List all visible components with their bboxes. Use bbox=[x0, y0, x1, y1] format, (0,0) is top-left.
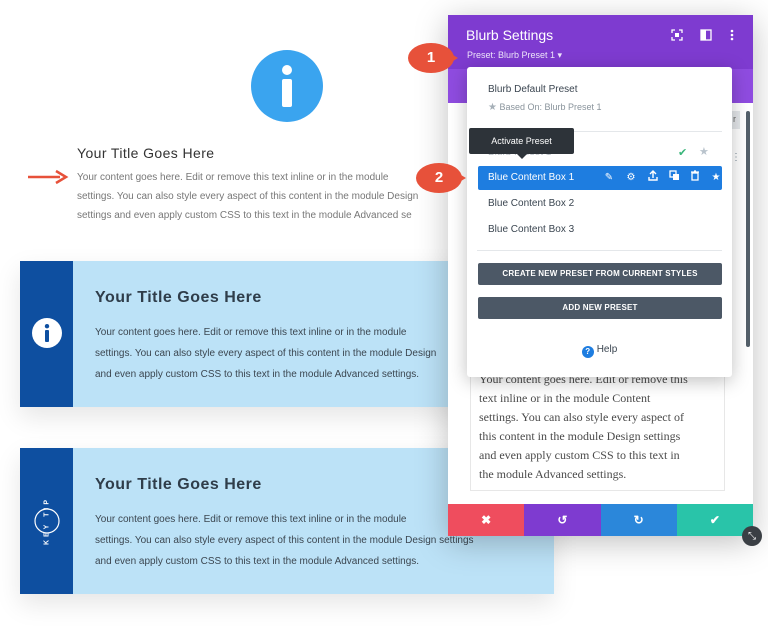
panel-title: Blurb Settings bbox=[466, 27, 554, 43]
card-line: and even apply custom CSS to this text i… bbox=[95, 556, 420, 567]
based-on-text: Based On: Blurb Preset 1 bbox=[499, 102, 602, 112]
step-badge: 1 bbox=[408, 43, 458, 73]
blurb-title[interactable]: Your Title Goes Here bbox=[77, 145, 214, 161]
check-icon: ✔ bbox=[709, 513, 720, 527]
edit-icon[interactable]: ✎ bbox=[602, 170, 616, 186]
preset-item-label: Blue Content Box 1 bbox=[488, 172, 575, 183]
star-icon[interactable]: ★ bbox=[699, 145, 709, 158]
editor-line: this content in the module Design settin… bbox=[479, 429, 681, 443]
gear-icon[interactable]: ⚙ bbox=[624, 170, 638, 186]
trash-icon[interactable] bbox=[688, 170, 702, 186]
redo-icon: ↻ bbox=[633, 513, 644, 527]
based-on-label: ★ Based On: Blurb Preset 1 bbox=[488, 102, 602, 113]
undo-button[interactable]: ↺ bbox=[524, 504, 601, 536]
preset-item-active[interactable]: Blue Content Box 1 ✎ ⚙ ★ bbox=[478, 166, 722, 190]
default-preset-item[interactable]: Blurb Default Preset bbox=[488, 84, 578, 95]
card-band: KEY TIP bbox=[20, 448, 73, 594]
panel-scrollbar[interactable] bbox=[746, 111, 750, 347]
card-band bbox=[20, 261, 73, 407]
more-options-icon[interactable]: ⋮ bbox=[731, 152, 741, 163]
help-link[interactable]: ? Help bbox=[467, 344, 732, 358]
undo-icon: ↺ bbox=[557, 513, 568, 527]
key-tip-label: KEY TIP bbox=[43, 496, 51, 546]
help-label: Help bbox=[596, 344, 618, 355]
key-tip-icon: KEY TIP bbox=[32, 486, 62, 556]
check-icon: ✔ bbox=[678, 147, 688, 159]
card-title: Your Title Goes Here bbox=[95, 289, 262, 306]
activate-preset-tooltip: Activate Preset bbox=[469, 128, 574, 159]
resize-handle-icon[interactable]: ⤡ bbox=[742, 526, 762, 546]
duplicate-icon[interactable] bbox=[667, 170, 681, 186]
page: Your Title Goes Here Your content goes h… bbox=[0, 0, 768, 627]
step-badge: 2 bbox=[416, 163, 466, 193]
preset-dropdown-toggle[interactable]: Preset: Blurb Preset 1 ▾ bbox=[467, 50, 562, 61]
add-new-preset-button[interactable]: ADD NEW PRESET bbox=[478, 297, 722, 319]
star-icon[interactable]: ★ bbox=[709, 170, 723, 186]
editor-line: and even apply custom CSS to this text i… bbox=[479, 448, 680, 462]
preset-item[interactable]: Blue Content Box 3 bbox=[488, 224, 574, 235]
preset-item[interactable]: Blue Content Box 2 bbox=[488, 198, 574, 209]
blurb-line: settings and even apply custom CSS to th… bbox=[77, 210, 412, 221]
editor-line: the module Advanced settings. bbox=[479, 467, 627, 481]
more-options-icon[interactable] bbox=[725, 29, 739, 43]
create-preset-from-styles-button[interactable]: CREATE NEW PRESET FROM CURRENT STYLES bbox=[478, 263, 722, 285]
split-view-icon[interactable] bbox=[699, 29, 713, 43]
editor-line: text inline or in the module Content bbox=[479, 391, 651, 405]
discard-button[interactable]: ✖ bbox=[448, 504, 525, 536]
redo-button[interactable]: ↻ bbox=[600, 504, 677, 536]
help-icon: ? bbox=[581, 346, 594, 358]
info-icon bbox=[32, 318, 62, 348]
fullscreen-icon[interactable] bbox=[670, 29, 684, 43]
preset-dropdown: Blurb Default Preset ★ Based On: Blurb P… bbox=[467, 67, 732, 377]
close-icon: ✖ bbox=[481, 513, 492, 527]
panel-footer: ✖ ↺ ↻ ✔ bbox=[448, 504, 753, 536]
content-editor-text[interactable]: Your content goes here. Edit or remove t… bbox=[479, 370, 719, 484]
panel-header: Blurb Settings Preset: Blurb Preset 1 ▾ bbox=[448, 15, 753, 69]
divider bbox=[477, 250, 722, 251]
export-icon[interactable] bbox=[646, 170, 660, 186]
card-title: Your Title Goes Here bbox=[95, 476, 262, 493]
info-icon bbox=[251, 50, 323, 122]
save-button[interactable]: ✔ bbox=[676, 504, 753, 536]
star-icon: ★ bbox=[488, 102, 497, 113]
editor-line: settings. You can also style every aspec… bbox=[479, 410, 684, 424]
blurb-line: settings. You can also style every aspec… bbox=[77, 191, 419, 202]
red-arrow-icon bbox=[28, 169, 69, 185]
